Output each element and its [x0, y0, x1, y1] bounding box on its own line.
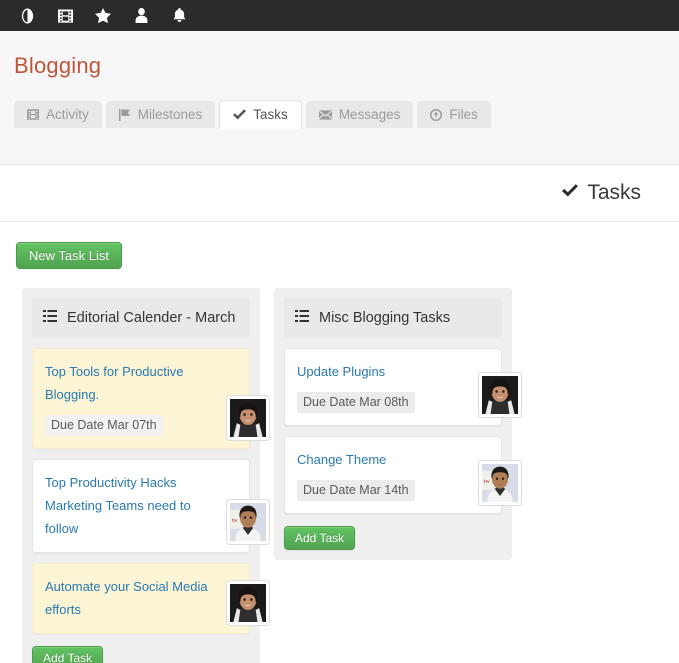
task-lists-row: Editorial Calender - March Top Tools for… — [0, 269, 679, 663]
tab-label: Activity — [46, 107, 89, 122]
user-icon[interactable] — [122, 0, 160, 31]
avatar — [227, 581, 269, 625]
star-icon[interactable] — [84, 0, 122, 31]
bell-icon[interactable] — [160, 0, 198, 31]
svg-text:tw: tw — [484, 479, 491, 485]
task-title-link[interactable]: Automate your Social Media efforts — [45, 575, 225, 621]
project-tabs: Activity Milestones Tasks Messages Files — [0, 99, 679, 129]
add-task-toolbar: Add Task — [32, 644, 250, 663]
task-title-link[interactable]: Change Theme — [297, 448, 477, 471]
task-list-body: Update Plugins Due Date Mar 08th Change … — [284, 338, 521, 550]
task-list: Misc Blogging Tasks Update Plugins Due D… — [274, 288, 521, 560]
adjust-icon[interactable] — [8, 0, 46, 31]
avatar: tw — [479, 461, 521, 505]
avatar — [227, 396, 269, 440]
tab-label: Messages — [338, 107, 401, 122]
avatar: tw — [227, 500, 269, 544]
task-list-header[interactable]: Editorial Calender - March — [32, 298, 250, 338]
task-list-body: Top Tools for Productive Blogging. Due D… — [32, 338, 269, 663]
task-list-name: Editorial Calender - March — [67, 310, 236, 326]
section-header: Tasks — [0, 165, 679, 222]
task-list-name: Misc Blogging Tasks — [319, 310, 451, 326]
task-card[interactable]: Automate your Social Media efforts — [32, 563, 269, 634]
add-task-button[interactable]: Add Task — [32, 646, 104, 663]
tasks-panel: Tasks New Task List Editorial Calender -… — [0, 164, 679, 663]
tab-label: Files — [449, 107, 478, 122]
flag-icon — [118, 108, 131, 121]
tab-milestones[interactable]: Milestones — [105, 101, 216, 128]
task-card[interactable]: Change Theme Due Date Mar 14th tw — [284, 436, 521, 514]
task-list-header[interactable]: Misc Blogging Tasks — [284, 298, 502, 338]
section-heading-text: Tasks — [587, 181, 641, 204]
tab-activity[interactable]: Activity — [14, 101, 102, 128]
tab-files[interactable]: Files — [417, 101, 491, 128]
page-title: Blogging — [14, 53, 102, 78]
due-date-badge: Due Date Mar 08th — [297, 392, 415, 413]
page-body: Blogging Activity Milestones Tasks Messa… — [0, 31, 679, 663]
avatar — [479, 373, 521, 417]
list-icon — [43, 310, 57, 326]
list-icon — [295, 310, 309, 326]
new-task-list-button[interactable]: New Task List — [16, 242, 122, 269]
task-card[interactable]: Top Productivity Hacks Marketing Teams n… — [32, 459, 269, 553]
tab-tasks[interactable]: Tasks — [219, 100, 302, 129]
film-icon[interactable] — [46, 0, 84, 31]
add-task-button[interactable]: Add Task — [284, 526, 356, 550]
due-date-badge: Due Date Mar 14th — [297, 480, 415, 501]
add-task-toolbar: Add Task — [284, 524, 502, 550]
due-date-badge: Due Date Mar 07th — [45, 415, 163, 436]
task-card[interactable]: Top Tools for Productive Blogging. Due D… — [32, 348, 269, 449]
tab-messages[interactable]: Messages — [305, 101, 414, 128]
check-icon — [233, 109, 247, 120]
task-card[interactable]: Update Plugins Due Date Mar 08th — [284, 348, 521, 426]
task-title-link[interactable]: Top Tools for Productive Blogging. — [45, 360, 225, 406]
svg-text:tw: tw — [232, 518, 239, 524]
envelope-icon — [318, 109, 332, 120]
check-icon — [562, 184, 579, 202]
task-title-link[interactable]: Update Plugins — [297, 360, 477, 383]
section-heading: Tasks — [562, 181, 641, 205]
new-task-list-toolbar: New Task List — [0, 222, 679, 269]
top-navbar — [0, 0, 679, 31]
upload-icon — [430, 108, 443, 121]
tab-label: Milestones — [137, 107, 203, 122]
task-list: Editorial Calender - March Top Tools for… — [22, 288, 269, 663]
tab-label: Tasks — [253, 107, 288, 122]
task-title-link[interactable]: Top Productivity Hacks Marketing Teams n… — [45, 471, 225, 540]
film-icon — [27, 109, 39, 120]
